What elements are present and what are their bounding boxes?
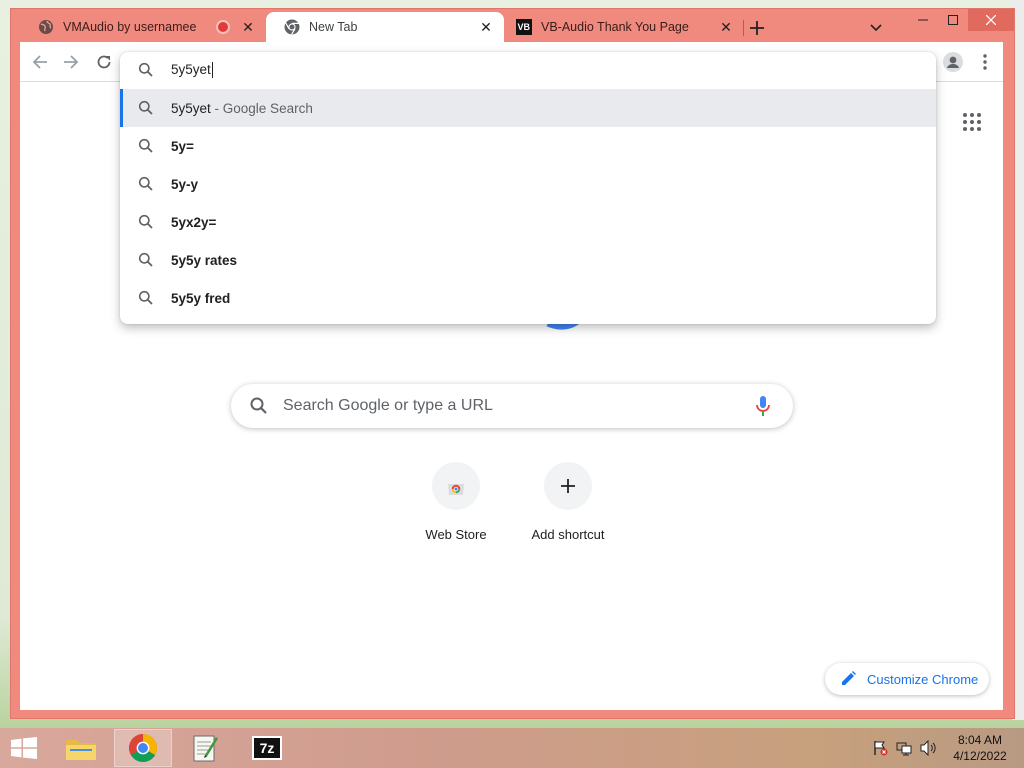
customize-chrome-label: Customize Chrome bbox=[867, 671, 979, 687]
svg-text:VB: VB bbox=[518, 22, 531, 32]
suggestion-row[interactable]: 5y5y rates bbox=[120, 241, 936, 279]
maximize-button[interactable] bbox=[938, 9, 968, 31]
profile-button[interactable] bbox=[940, 49, 966, 75]
suggestion-text: 5y5y rates bbox=[171, 252, 238, 268]
taskbar: 7z 8:04 AM 4/12/2022 bbox=[0, 728, 1024, 768]
volume-icon[interactable] bbox=[920, 740, 938, 756]
7zip-label: 7z bbox=[259, 740, 275, 756]
reload-button[interactable] bbox=[92, 50, 116, 74]
shortcut-web-store[interactable]: Web Store bbox=[400, 462, 512, 542]
suggestion-row[interactable]: 5y5yet - Google Search bbox=[120, 89, 936, 127]
recording-indicator bbox=[216, 20, 230, 34]
search-icon bbox=[138, 290, 154, 306]
search-icon bbox=[138, 252, 154, 268]
suggestion-text: 5y-y bbox=[171, 176, 199, 192]
taskbar-clock[interactable]: 8:04 AM 4/12/2022 bbox=[948, 732, 1012, 764]
7zip-icon[interactable]: 7z bbox=[238, 729, 296, 767]
suggestion-row[interactable]: 5y= bbox=[120, 127, 936, 165]
shortcut-label: Add shortcut bbox=[531, 527, 605, 542]
search-icon bbox=[138, 214, 154, 230]
microphone-icon[interactable] bbox=[751, 394, 775, 418]
suggestion-text: 5y5yet - Google Search bbox=[171, 100, 313, 116]
file-explorer-icon[interactable] bbox=[52, 729, 110, 767]
search-icon bbox=[138, 138, 154, 154]
vb-logo-icon: VB bbox=[516, 19, 532, 35]
search-icon bbox=[138, 100, 154, 116]
network-icon[interactable] bbox=[896, 740, 912, 756]
notepad-icon[interactable] bbox=[176, 729, 234, 767]
omnibox-dropdown: 5y5yet 5y5yet - Google Search 5y= 5y-y 5… bbox=[120, 52, 936, 324]
suggestion-text: 5yx2y= bbox=[171, 214, 217, 230]
close-tab-icon[interactable]: ✕ bbox=[240, 19, 256, 35]
back-button[interactable] bbox=[28, 50, 52, 74]
chrome-icon bbox=[284, 19, 300, 35]
new-tab-button[interactable] bbox=[745, 16, 769, 40]
close-tab-icon[interactable]: ✕ bbox=[718, 19, 734, 35]
tab-search-chevron-icon[interactable] bbox=[866, 18, 886, 38]
action-center-flag-icon[interactable] bbox=[872, 740, 888, 756]
close-window-button[interactable] bbox=[968, 9, 1014, 31]
address-bar-input[interactable]: 5y5yet bbox=[171, 62, 213, 79]
tab-title: New Tab bbox=[309, 20, 358, 34]
tab-title: VMAudio by usernamee bbox=[63, 20, 197, 34]
minimize-button[interactable] bbox=[908, 9, 938, 31]
ntp-search-box[interactable]: Search Google or type a URL bbox=[231, 384, 793, 428]
suggestion-row[interactable]: 5y-y bbox=[120, 165, 936, 203]
tab-vmaudio[interactable]: VMAudio by usernamee ✕ bbox=[20, 12, 266, 42]
tab-vb-audio[interactable]: VB VB-Audio Thank You Page ✕ bbox=[504, 12, 744, 42]
system-tray bbox=[872, 728, 938, 768]
windows-start-icon[interactable] bbox=[0, 728, 48, 768]
suggestion-text: 5y= bbox=[171, 138, 194, 154]
taskbar-chrome-icon[interactable] bbox=[114, 729, 172, 767]
pencil-icon bbox=[842, 671, 858, 687]
kebab-menu-icon[interactable] bbox=[973, 50, 997, 74]
search-icon bbox=[249, 396, 269, 416]
address-bar[interactable]: 5y5yet bbox=[120, 52, 936, 88]
suggestion-text: 5y5y fred bbox=[171, 290, 231, 306]
close-tab-icon[interactable]: ✕ bbox=[478, 19, 494, 35]
window-controls bbox=[908, 9, 1014, 31]
suggestion-row[interactable]: 5yx2y= bbox=[120, 203, 936, 241]
suggestion-row[interactable]: 5y5y fred bbox=[120, 279, 936, 317]
search-icon bbox=[138, 62, 154, 78]
customize-chrome-button[interactable]: Customize Chrome bbox=[825, 663, 989, 695]
shortcut-add[interactable]: Add shortcut bbox=[512, 462, 624, 542]
tab-separator bbox=[743, 20, 744, 36]
google-apps-grid-icon[interactable] bbox=[962, 112, 982, 132]
shortcut-label: Web Store bbox=[425, 527, 487, 542]
plus-icon bbox=[544, 462, 592, 510]
tab-title: VB-Audio Thank You Page bbox=[541, 20, 689, 34]
clock-date: 4/12/2022 bbox=[953, 749, 1007, 763]
search-placeholder: Search Google or type a URL bbox=[283, 397, 493, 414]
webstore-icon bbox=[432, 462, 480, 510]
forward-button[interactable] bbox=[59, 50, 83, 74]
search-icon bbox=[138, 176, 154, 192]
globe-icon bbox=[38, 19, 54, 35]
clock-time: 8:04 AM bbox=[957, 733, 1003, 747]
tab-new-tab[interactable]: New Tab ✕ bbox=[266, 12, 504, 42]
